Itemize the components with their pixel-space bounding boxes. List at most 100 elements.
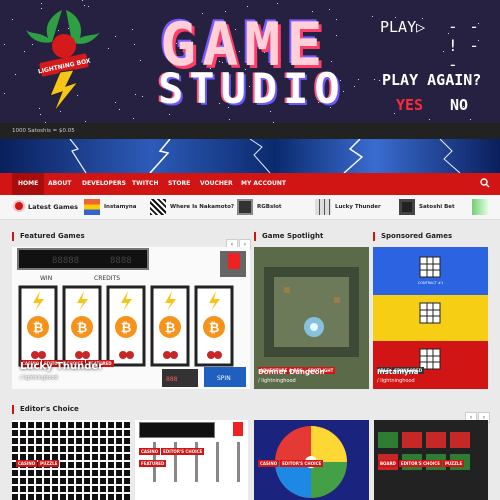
site-logo[interactable]: LIGHTNING BOX	[22, 8, 102, 113]
badge[interactable]: EDITOR'S CHOICE	[280, 460, 324, 467]
editors-card[interactable]: CASINO PUZZLE	[12, 420, 130, 500]
sponsored-section-title: Sponsored Games	[373, 232, 452, 241]
play-label: PLAY▷	[380, 18, 426, 36]
spotlight-card[interactable]: ADVENTURE & RPG SPOTLIGHT Donner Dungeon …	[254, 247, 369, 389]
dash-readout: - - ! - -	[448, 17, 480, 74]
star	[393, 112, 395, 114]
cherry-icon	[214, 351, 222, 359]
star	[133, 117, 135, 119]
star	[442, 51, 444, 53]
badge[interactable]: CASINO	[16, 460, 38, 467]
ticker-item-label: Lucky Thunder	[335, 204, 381, 210]
ticker-item-label: Satoshi Bet	[419, 204, 455, 210]
svg-text:8888: 8888	[110, 256, 132, 266]
star	[373, 78, 375, 80]
star	[132, 29, 134, 31]
sponsored-game-author[interactable]: / lightninghood	[377, 378, 415, 384]
cash-out-art	[233, 422, 243, 436]
ticker-thumb	[84, 199, 100, 215]
star	[135, 94, 137, 96]
editors-card-badges: CASINO EDITOR'S CHOICE	[258, 450, 324, 469]
badge[interactable]: BOARD	[378, 460, 398, 467]
nav-my-account[interactable]: MY ACCOUNT	[241, 173, 286, 195]
star	[139, 60, 141, 62]
star	[3, 44, 5, 46]
star	[328, 9, 330, 11]
cube-icon	[419, 256, 441, 278]
star	[229, 118, 231, 120]
yes-label: YES	[396, 96, 424, 114]
live-dot-icon	[15, 202, 23, 210]
star	[277, 2, 279, 4]
ticker-item-label: Where Is Nakamoto?	[170, 204, 235, 210]
star	[429, 119, 431, 121]
nav-voucher[interactable]: VOUCHER	[200, 173, 233, 195]
sponsored-game-title[interactable]: Instamyna	[377, 368, 418, 376]
ticker-thumb	[150, 199, 166, 215]
bitcoin-glyph: ₿	[165, 321, 176, 336]
editors-card[interactable]: CASINO EDITOR'S CHOICE	[254, 420, 369, 500]
star	[4, 93, 6, 95]
lightning-bolts	[69, 139, 461, 173]
panel-label: CONTRACT #1	[417, 281, 444, 285]
star	[335, 34, 337, 36]
ticker-label: Latest Games	[28, 203, 79, 211]
editors-card-badges: CASINO PUZZLE	[16, 450, 60, 469]
nav-twitch[interactable]: TWITCH	[132, 173, 158, 195]
star	[39, 113, 41, 115]
bitcoin-glyph: ₿	[121, 321, 132, 336]
spotlight-game-author[interactable]: / lightninghood	[258, 378, 296, 384]
star	[469, 119, 471, 121]
svg-text:888: 888	[166, 376, 178, 383]
featured-card[interactable]: 88888 8888 WIN CREDITS ₿ ₿ ₿ ₿ ₿ 888 SPIN CA…	[12, 247, 250, 389]
lightning-banner	[0, 139, 500, 173]
star	[12, 18, 14, 20]
slot-display-art	[139, 422, 215, 438]
star	[358, 78, 360, 80]
cherry-icon	[119, 351, 127, 359]
ticker-thumb	[315, 199, 331, 215]
badge[interactable]: CASINO	[258, 460, 280, 467]
star	[335, 19, 337, 21]
editors-card[interactable]: BOARD EDITOR'S CHOICE PUZZLE	[374, 420, 488, 500]
spotlight-section-title: Game Spotlight	[254, 232, 323, 241]
star	[168, 114, 170, 116]
ticker-item-label: RGBslot	[257, 204, 282, 210]
featured-game-title[interactable]: Lucky Thunder	[20, 361, 103, 372]
nav-about[interactable]: ABOUT	[48, 173, 71, 195]
ticker-item[interactable]	[472, 199, 488, 215]
cherry-icon	[170, 351, 178, 359]
play-again-label: PLAY AGAIN?	[382, 71, 482, 89]
badge[interactable]: EDITOR'S CHOICE	[398, 460, 442, 467]
star	[371, 16, 373, 18]
nav-developers[interactable]: DEVELOPERS	[82, 173, 126, 195]
badge[interactable]: EDITOR'S CHOICE	[161, 448, 205, 455]
ticker-item-label: Instamyna	[104, 204, 137, 210]
nav-home[interactable]: HOME	[12, 173, 45, 195]
editors-card[interactable]: CASINO EDITOR'S CHOICE FEATURED	[135, 420, 248, 500]
badge[interactable]: FEATURED	[139, 460, 167, 467]
star	[142, 96, 144, 98]
nav-store[interactable]: STORE	[168, 173, 190, 195]
sponsored-card[interactable]: CONTRACT #1 IDLE SPONSORED Instamyna / li…	[373, 247, 488, 389]
star	[114, 102, 116, 104]
slot-spin-label: SPIN	[217, 375, 231, 382]
star	[14, 73, 16, 75]
spotlight-game-title[interactable]: Donner Dungeon	[258, 368, 325, 376]
exchange-rate-text: 1000 Satoshis = $0.05	[12, 128, 75, 134]
title-studio: STUDIO	[158, 64, 346, 113]
site-header: LIGHTNING BOX GAME STUDIO PLAY▷ - - ! - …	[0, 0, 500, 123]
search-icon[interactable]	[480, 178, 490, 188]
star	[40, 2, 42, 4]
badge[interactable]: PUZZLE	[38, 460, 60, 467]
latest-games-ticker: Latest Games Instamyna Where Is Nakamoto…	[0, 195, 500, 220]
badge[interactable]: PUZZLE	[442, 460, 465, 467]
star	[115, 36, 117, 38]
editors-section-title: Editor's Choice	[12, 405, 79, 414]
featured-game-author[interactable]: / lightninghood	[20, 375, 58, 381]
editors-card-badges: BOARD EDITOR'S CHOICE PUZZLE	[378, 450, 465, 469]
cube-icon	[419, 302, 441, 324]
star	[331, 61, 332, 63]
star	[82, 0, 84, 2]
featured-section-title: Featured Games	[12, 232, 85, 241]
